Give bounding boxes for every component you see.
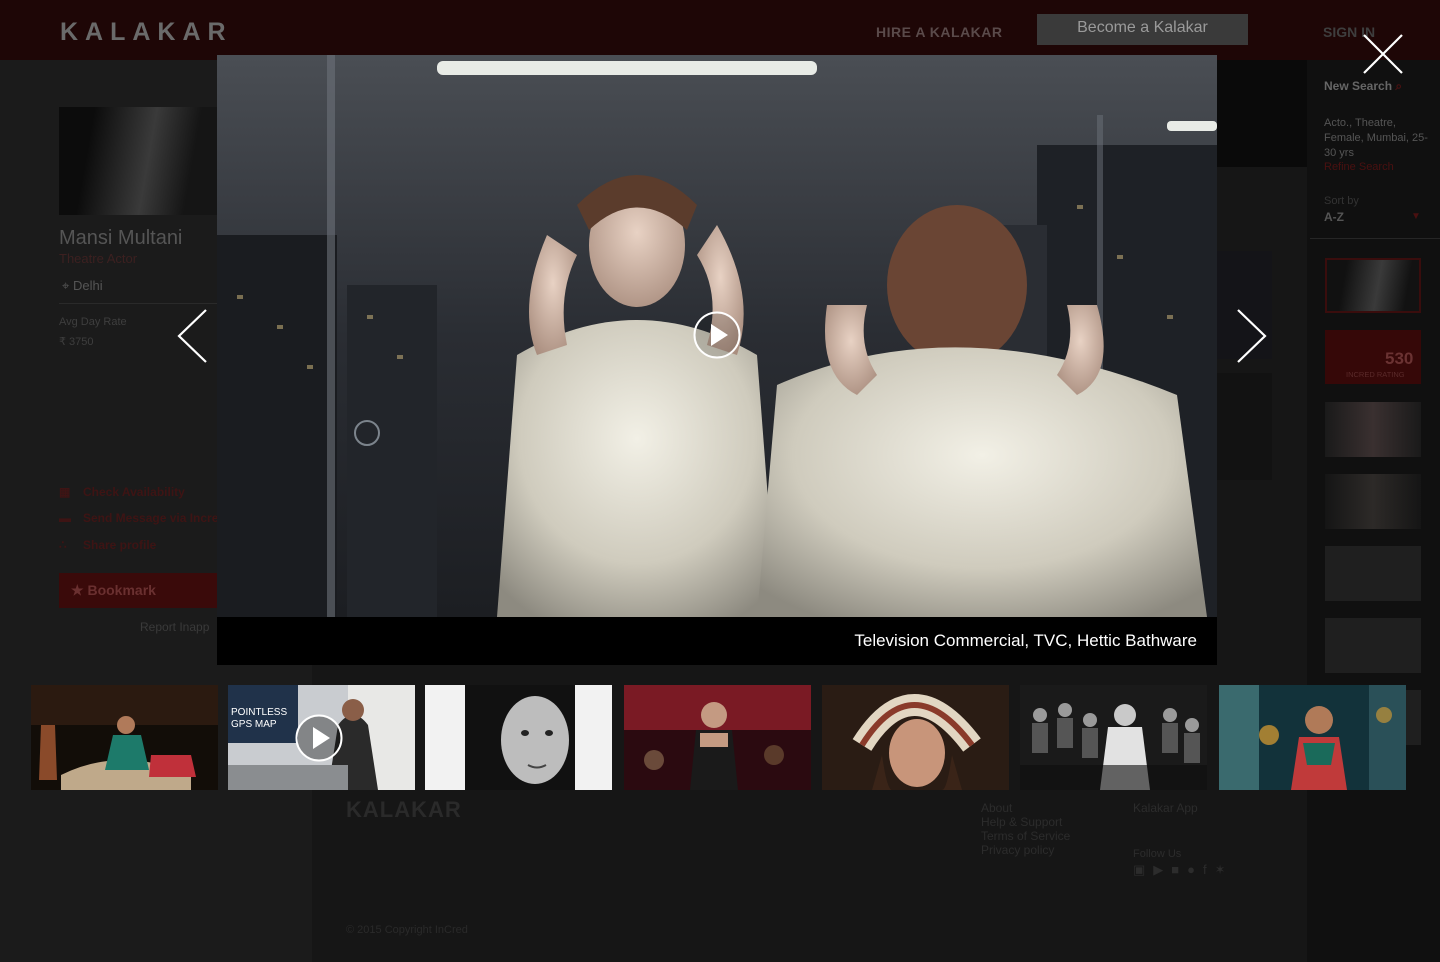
youtube-icon[interactable]: ▶ bbox=[1153, 862, 1171, 877]
footer-links: About Help & Support Terms of Service Pr… bbox=[981, 801, 1070, 857]
share-profile-link[interactable]: ∴ Share profile bbox=[59, 538, 156, 552]
background-media bbox=[1217, 60, 1307, 167]
result-thumb[interactable] bbox=[1325, 402, 1421, 457]
result-thumb[interactable] bbox=[1325, 474, 1421, 529]
media-thumb-1[interactable] bbox=[31, 685, 218, 790]
media-thumb-3[interactable] bbox=[425, 685, 612, 790]
thumb-image bbox=[822, 685, 1009, 790]
googleplus-icon[interactable]: ● bbox=[1187, 862, 1203, 877]
thumb-image bbox=[1020, 685, 1207, 790]
search-criteria: Acto., Theatre, Female, Mumbai, 25-30 yr… bbox=[1324, 117, 1428, 159]
prev-arrow-icon[interactable] bbox=[176, 308, 208, 364]
share-profile-label: Share profile bbox=[83, 538, 157, 552]
refine-search-link[interactable]: Refine Search bbox=[1324, 161, 1394, 173]
bookmark-button[interactable]: ★ Bookmark bbox=[59, 573, 219, 608]
new-search-label: New Search bbox=[1324, 79, 1393, 93]
next-arrow-icon[interactable] bbox=[1236, 308, 1268, 364]
thumb-image bbox=[31, 685, 218, 790]
result-thumb[interactable] bbox=[1325, 618, 1421, 673]
rate-label: Avg Day Rate bbox=[59, 316, 127, 328]
footer-link-help[interactable]: Help & Support bbox=[981, 815, 1070, 829]
calendar-icon: ▦ bbox=[59, 485, 71, 499]
share-icon: ∴ bbox=[59, 538, 67, 552]
instagram-icon[interactable]: ▣ bbox=[1133, 862, 1153, 877]
thumb-image bbox=[425, 685, 612, 790]
profile-name: Mansi Multani bbox=[59, 227, 183, 249]
new-search-link[interactable]: New Search ⌕ bbox=[1324, 79, 1402, 94]
facebook-icon[interactable]: f bbox=[1203, 862, 1215, 877]
footer-link-privacy[interactable]: Privacy policy bbox=[981, 843, 1070, 857]
search-icon: ⌕ bbox=[1395, 79, 1403, 93]
footer-link-terms[interactable]: Terms of Service bbox=[981, 829, 1070, 843]
message-icon: ▬ bbox=[59, 511, 71, 525]
divider bbox=[59, 303, 219, 304]
profile-role: Theatre Actor bbox=[59, 251, 138, 266]
background-media bbox=[1217, 373, 1272, 480]
lightbox-caption-bar: Television Commercial, TVC, Hettic Bathw… bbox=[217, 617, 1217, 665]
profile-photo bbox=[59, 107, 219, 215]
play-icon[interactable] bbox=[295, 714, 343, 762]
send-message-link[interactable]: ▬ Send Message via Incre bbox=[59, 511, 217, 525]
sort-select[interactable]: A-Z bbox=[1324, 210, 1344, 224]
check-availability-label: Check Availability bbox=[83, 485, 185, 499]
play-icon[interactable] bbox=[693, 311, 741, 359]
footer-apps: Kalakar App bbox=[1133, 801, 1198, 815]
report-link[interactable]: Report Inapp bbox=[140, 620, 209, 634]
profile-location: ⌖ Delhi bbox=[62, 278, 103, 294]
social-icons: ▣▶■●f✶ bbox=[1133, 862, 1234, 878]
footer-link-about[interactable]: About bbox=[981, 801, 1070, 815]
site-logo[interactable]: KALAKAR bbox=[60, 18, 233, 47]
send-message-label: Send Message via Incre bbox=[83, 511, 217, 525]
svg-text:GPS MAP: GPS MAP bbox=[231, 719, 277, 730]
svg-text:POINTLESS: POINTLESS bbox=[231, 707, 287, 718]
result-thumb[interactable] bbox=[1325, 546, 1421, 601]
footer-logo: KALAKAR bbox=[346, 797, 462, 822]
sort-label: Sort by bbox=[1324, 195, 1359, 207]
media-caption: Television Commercial, TVC, Hettic Bathw… bbox=[854, 631, 1197, 650]
media-thumb-7[interactable] bbox=[1219, 685, 1406, 790]
twitter-icon[interactable]: ✶ bbox=[1215, 862, 1234, 877]
chevron-down-icon[interactable]: ▼ bbox=[1411, 211, 1421, 222]
rating-label: INCRED RATING bbox=[1346, 370, 1405, 379]
check-availability-link[interactable]: ▦ Check Availability bbox=[59, 485, 185, 499]
hire-link[interactable]: HIRE A KALAKAR bbox=[876, 24, 1003, 40]
location-pin-icon: ⌖ bbox=[62, 278, 70, 293]
bookmark-label: Bookmark bbox=[87, 582, 156, 598]
close-icon[interactable] bbox=[1362, 33, 1404, 75]
thumb-image bbox=[1219, 685, 1406, 790]
location-text: Delhi bbox=[72, 278, 103, 293]
media-thumb-5[interactable] bbox=[822, 685, 1009, 790]
linkedin-icon[interactable]: ■ bbox=[1171, 862, 1187, 877]
rating-value: 530 bbox=[1385, 349, 1414, 368]
become-kalakar-button[interactable]: Become a Kalakar bbox=[1037, 14, 1248, 45]
thumb-image bbox=[624, 685, 811, 790]
copyright: © 2015 Copyright InCred bbox=[346, 924, 468, 936]
divider bbox=[1310, 238, 1440, 239]
rate-value: ₹ 3750 bbox=[59, 336, 94, 348]
star-icon: ★ bbox=[71, 582, 84, 598]
footer-follow: Follow Us bbox=[1133, 848, 1182, 860]
media-thumb-6[interactable] bbox=[1020, 685, 1207, 790]
media-thumb-4[interactable] bbox=[624, 685, 811, 790]
result-thumb-selected[interactable] bbox=[1325, 258, 1421, 313]
